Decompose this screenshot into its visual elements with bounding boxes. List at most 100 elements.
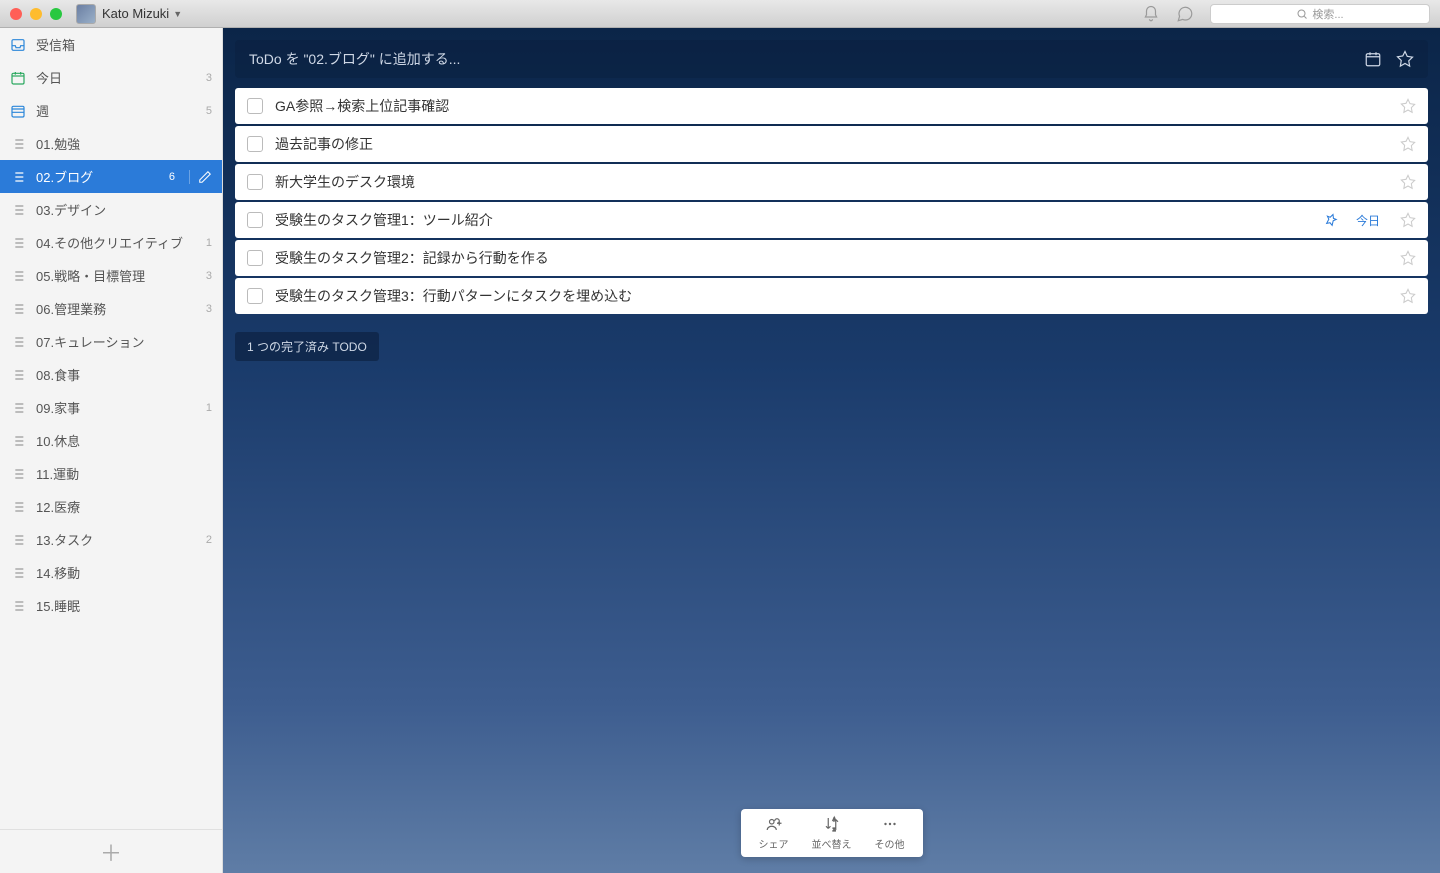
todo-title: 過去記事の修正 [275, 134, 1380, 154]
todo-due-label: 今日 [1356, 212, 1380, 229]
list-icon [10, 202, 26, 218]
main-panel: ToDo を "02.ブログ" に追加する... GA参照→検索上位記事確認過去… [223, 28, 1440, 873]
sidebar-item-count: 2 [206, 534, 212, 546]
sidebar-item-list[interactable]: 05.戦略・目標管理 3 [0, 259, 222, 292]
sort-button[interactable]: AZ 並べ替え [803, 815, 861, 851]
bottom-toolbar: シェア AZ 並べ替え その他 [741, 809, 923, 857]
sidebar-item-list[interactable]: 06.管理業務3 [0, 292, 222, 325]
list-icon [10, 598, 26, 614]
todo-checkbox[interactable] [247, 250, 263, 266]
add-todo-input[interactable]: ToDo を "02.ブログ" に追加する... [235, 40, 1428, 78]
date-picker-icon[interactable] [1364, 50, 1382, 68]
search-input[interactable]: 検索... [1210, 4, 1430, 24]
list-icon [10, 169, 26, 185]
sidebar-item-count: 6 [169, 171, 175, 183]
star-icon[interactable] [1400, 250, 1416, 266]
todo-item[interactable]: 過去記事の修正 [235, 126, 1428, 162]
sidebar-item-list[interactable]: 09.家事 1 [0, 391, 222, 424]
sidebar-item-count: 3 [206, 72, 212, 84]
sidebar-item-list[interactable]: 11.運動 [0, 457, 222, 490]
completed-label: 1 つの完了済み TODO [247, 340, 367, 354]
more-label: その他 [875, 836, 905, 851]
sidebar-item-label: 06.管理業務 [36, 299, 196, 318]
completed-todos-toggle[interactable]: 1 つの完了済み TODO [235, 332, 379, 361]
sidebar-item-list[interactable]: 07.キュレーション [0, 325, 222, 358]
sidebar-item-count: 3 [206, 270, 212, 282]
chevron-down-icon: ▼ [173, 9, 182, 19]
sidebar-item-label: 09.家事 [36, 398, 196, 417]
todo-item[interactable]: 新大学生のデスク環境 [235, 164, 1428, 200]
list-icon [10, 565, 26, 581]
todo-checkbox[interactable] [247, 98, 263, 114]
minimize-window-button[interactable] [30, 8, 42, 20]
calendar-today-icon [10, 70, 26, 86]
share-button[interactable]: シェア [745, 815, 803, 851]
sidebar-item-count: 1 [206, 402, 212, 414]
todo-checkbox[interactable] [247, 136, 263, 152]
list-icon [10, 367, 26, 383]
sidebar-item-list[interactable]: 13.タスク 2 [0, 523, 222, 556]
sidebar-item-label: 13.タスク [36, 530, 196, 549]
todo-item[interactable]: GA参照→検索上位記事確認 [235, 88, 1428, 124]
todo-item[interactable]: 受験生のタスク管理1：ツール紹介今日 [235, 202, 1428, 238]
sidebar-item-list[interactable]: 15.睡眠 [0, 589, 222, 622]
star-icon[interactable] [1400, 136, 1416, 152]
edit-list-icon[interactable] [189, 170, 212, 184]
sidebar-item-count: 1 [206, 237, 212, 249]
sidebar-item-list[interactable]: 01.勉強 [0, 127, 222, 160]
sidebar-item-label: 10.休息 [36, 431, 202, 450]
sidebar-item-list[interactable]: 12.医療 [0, 490, 222, 523]
todo-checkbox[interactable] [247, 174, 263, 190]
todo-item[interactable]: 受験生のタスク管理3：行動パターンにタスクを埋め込む [235, 278, 1428, 314]
todo-checkbox[interactable] [247, 212, 263, 228]
star-icon[interactable] [1400, 288, 1416, 304]
sidebar-item-list[interactable]: 03.デザイン [0, 193, 222, 226]
sidebar-item-label: 今日 [36, 68, 196, 87]
add-list-button[interactable]: ＋ [0, 829, 222, 873]
sidebar-item-label: 08.食事 [36, 365, 202, 384]
calendar-week-icon [10, 103, 26, 119]
todo-title: GA参照→検索上位記事確認 [275, 96, 1380, 116]
sidebar-item-list[interactable]: 08.食事 [0, 358, 222, 391]
sidebar-item-inbox[interactable]: 受信箱 [0, 28, 222, 61]
sidebar-item-label: 03.デザイン [36, 200, 202, 219]
sidebar-item-list[interactable]: 04.その他クリエイティブ 1 [0, 226, 222, 259]
list-icon [10, 466, 26, 482]
star-icon[interactable] [1396, 50, 1414, 68]
sidebar-item-list[interactable]: 10.休息 [0, 424, 222, 457]
sidebar-item-label: 受信箱 [36, 35, 202, 54]
star-icon[interactable] [1400, 212, 1416, 228]
inbox-icon [10, 37, 26, 53]
add-todo-placeholder: ToDo を "02.ブログ" に追加する... [249, 49, 1350, 69]
list-icon [10, 499, 26, 515]
sidebar-item-label: 週 [36, 101, 196, 120]
todo-title: 受験生のタスク管理2：記録から行動を作る [275, 248, 1380, 268]
sidebar-item-label: 11.運動 [36, 464, 202, 483]
more-button[interactable]: その他 [861, 815, 919, 851]
close-window-button[interactable] [10, 8, 22, 20]
sidebar-item-label: 05.戦略・目標管理 [36, 266, 196, 285]
list-icon [10, 235, 26, 251]
star-icon[interactable] [1400, 174, 1416, 190]
zoom-window-button[interactable] [50, 8, 62, 20]
sidebar-item-today[interactable]: 今日 3 [0, 61, 222, 94]
sidebar-item-label: 01.勉強 [36, 134, 202, 153]
star-icon[interactable] [1400, 98, 1416, 114]
sidebar-item-list[interactable]: 14.移動 [0, 556, 222, 589]
avatar[interactable] [76, 4, 96, 24]
todo-checkbox[interactable] [247, 288, 263, 304]
titlebar: Kato Mizuki ▼ 検索... [0, 0, 1440, 28]
account-menu[interactable]: Kato Mizuki ▼ [102, 6, 182, 21]
sidebar-list: 受信箱 今日 3 週 5 01.勉強 02.ブログ6 03.デザイン 04.その他クリ… [0, 28, 222, 829]
sidebar-item-label: 04.その他クリエイティブ [36, 233, 196, 252]
sidebar-item-list[interactable]: 02.ブログ6 [0, 160, 222, 193]
list-icon [10, 268, 26, 284]
sidebar-item-label: 14.移動 [36, 563, 202, 582]
sidebar-item-week[interactable]: 週 5 [0, 94, 222, 127]
bell-icon[interactable] [1142, 5, 1160, 23]
todo-item[interactable]: 受験生のタスク管理2：記録から行動を作る [235, 240, 1428, 276]
search-placeholder: 検索... [1312, 6, 1343, 22]
list-icon [10, 334, 26, 350]
chat-icon[interactable] [1176, 5, 1194, 23]
todo-title: 受験生のタスク管理3：行動パターンにタスクを埋め込む [275, 286, 1380, 306]
